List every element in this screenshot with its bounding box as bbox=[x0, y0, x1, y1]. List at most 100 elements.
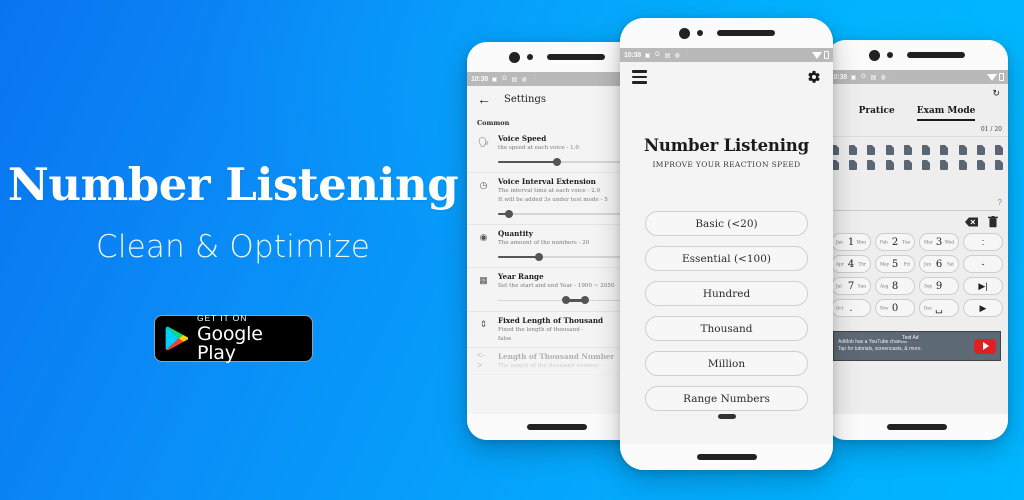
key-main-label: ▶ bbox=[979, 302, 987, 313]
document-icon[interactable] bbox=[976, 145, 985, 155]
key-0[interactable]: Nov 0 bbox=[875, 299, 915, 317]
key-6[interactable]: Jun 6 Sat bbox=[919, 255, 959, 273]
document-icon[interactable] bbox=[958, 145, 967, 155]
key-left-label: Aug bbox=[880, 283, 889, 289]
document-icon[interactable] bbox=[867, 160, 876, 170]
refresh-icon[interactable]: ↻ bbox=[992, 88, 1000, 99]
tab-exam-mode[interactable]: Exam Mode bbox=[916, 106, 976, 121]
year-range-slider[interactable] bbox=[498, 295, 639, 307]
document-icon[interactable] bbox=[885, 145, 894, 155]
document-icon[interactable] bbox=[994, 160, 1003, 170]
key-main-label: 7 bbox=[847, 280, 855, 292]
gear-icon[interactable] bbox=[807, 70, 821, 84]
key-left-label: Oct bbox=[836, 305, 844, 311]
home-indicator[interactable] bbox=[887, 424, 947, 430]
key-colon[interactable]: : bbox=[963, 233, 1003, 251]
document-icon[interactable] bbox=[976, 160, 985, 170]
key-left-label: Dec bbox=[924, 305, 933, 311]
ad-test-tag: Test Ad bbox=[901, 335, 920, 341]
key-skip-next[interactable]: ▶| bbox=[963, 277, 1003, 295]
key-3[interactable]: Mar 3 Wed bbox=[919, 233, 959, 251]
slider-knob-start[interactable] bbox=[561, 296, 570, 305]
key-dash[interactable]: - bbox=[963, 255, 1003, 273]
key-right-label: Sat bbox=[946, 261, 954, 267]
backspace-icon[interactable] bbox=[965, 216, 978, 228]
question-counter: 01 / 20 bbox=[826, 124, 1008, 137]
message-icon: ▤ bbox=[511, 76, 518, 83]
key-5[interactable]: May 5 Fri bbox=[875, 255, 915, 273]
quantity-slider[interactable] bbox=[498, 251, 639, 263]
key-7[interactable]: Jul 7 Sun bbox=[831, 277, 871, 295]
document-icon[interactable] bbox=[903, 160, 912, 170]
document-icon[interactable] bbox=[903, 145, 912, 155]
key-4[interactable]: Apr 4 Thr bbox=[831, 255, 871, 273]
admob-banner[interactable]: Test Ad AdMob has a YouTube channel Tap … bbox=[833, 331, 1001, 361]
settings-title: Settings bbox=[504, 93, 546, 105]
document-icon[interactable] bbox=[867, 145, 876, 155]
keypad-row: Jul 7 Sun Aug 8 Sep 9 ▶| bbox=[831, 277, 1003, 295]
phone-bezel-top bbox=[826, 40, 1008, 70]
document-icon[interactable] bbox=[940, 160, 949, 170]
document-icon[interactable] bbox=[994, 145, 1003, 155]
document-icon[interactable] bbox=[885, 160, 894, 170]
keypad-row: Oct. Nov 0 Dec ␣ ▶ bbox=[831, 299, 1003, 317]
mode-button-essential[interactable]: Essential (<100) bbox=[645, 246, 808, 271]
document-icon[interactable] bbox=[958, 160, 967, 170]
slider-knob[interactable] bbox=[505, 209, 514, 218]
help-circle-icon[interactable]: ? bbox=[826, 198, 1008, 207]
document-icon[interactable] bbox=[940, 145, 949, 155]
app-title: Number Listening bbox=[644, 136, 809, 155]
voice-interval-slider[interactable] bbox=[498, 208, 639, 220]
key-2[interactable]: Feb 2 Tue bbox=[875, 233, 915, 251]
phone-center-home: 10:38 ▣ G ▤ ◍ · Number Listening IMPROVE… bbox=[620, 18, 833, 470]
slider-knob[interactable] bbox=[553, 157, 562, 166]
arrow-back-icon[interactable]: ← bbox=[477, 92, 491, 106]
slider-knob[interactable] bbox=[534, 252, 543, 261]
tab-pratice[interactable]: Pratice bbox=[859, 106, 895, 121]
key-main-label: 9 bbox=[935, 280, 943, 292]
trash-icon[interactable] bbox=[988, 216, 998, 228]
key-8[interactable]: Aug 8 bbox=[875, 277, 915, 295]
key-play[interactable]: ▶ bbox=[963, 299, 1003, 317]
key-space[interactable]: Dec ␣ bbox=[919, 299, 959, 317]
key-left-label: Sep bbox=[924, 283, 933, 289]
status-bar-right bbox=[812, 51, 829, 59]
key-main-label: ▶| bbox=[978, 280, 988, 291]
wifi-icon bbox=[987, 73, 997, 81]
grid-row bbox=[831, 160, 1003, 170]
wifi-icon bbox=[812, 51, 822, 59]
key-right-label: Mon bbox=[856, 239, 866, 245]
mode-button-thousand[interactable]: Thousand bbox=[645, 316, 808, 341]
row-title: Fixed Length of Thousand bbox=[498, 315, 604, 325]
mode-button-million[interactable]: Million bbox=[645, 351, 808, 376]
key-main-label: ␣ bbox=[935, 302, 943, 314]
mode-button-range-numbers[interactable]: Range Numbers bbox=[645, 386, 808, 411]
key-main-label: 3 bbox=[935, 236, 943, 248]
home-screen: Number Listening IMPROVE YOUR REACTION S… bbox=[620, 62, 833, 444]
more-dot-icon: · bbox=[686, 52, 689, 58]
document-icon[interactable] bbox=[922, 160, 931, 170]
document-icon[interactable] bbox=[849, 145, 858, 155]
keypad-row: Apr 4 Thr May 5 Fri Jun 6 Sat - bbox=[831, 255, 1003, 273]
phone-bezel-bottom bbox=[826, 414, 1008, 440]
camera-sensor-icon bbox=[527, 54, 533, 60]
slider-knob-end[interactable] bbox=[581, 296, 590, 305]
google-play-badge[interactable]: GET IT ON Google Play bbox=[153, 314, 313, 362]
key-right-label: Wed bbox=[944, 239, 954, 245]
exam-actions bbox=[826, 211, 1008, 232]
home-indicator[interactable] bbox=[696, 454, 757, 460]
voice-speed-slider[interactable] bbox=[498, 156, 639, 168]
camera-sensor-icon bbox=[696, 30, 703, 36]
key-9[interactable]: Sep 9 bbox=[919, 277, 959, 295]
mode-button-basic[interactable]: Basic (<20) bbox=[645, 211, 808, 236]
key-dot[interactable]: Oct. bbox=[831, 299, 871, 317]
answer-slot-grid bbox=[826, 137, 1008, 176]
mode-button-hundred[interactable]: Hundred bbox=[645, 281, 808, 306]
hamburger-menu-icon[interactable] bbox=[632, 70, 647, 84]
key-1[interactable]: Jan 1 Mon bbox=[831, 233, 871, 251]
keypad-row: Jan 1 Mon Feb 2 Tue Mar 3 Wed : bbox=[831, 233, 1003, 251]
document-icon[interactable] bbox=[849, 160, 858, 170]
home-indicator[interactable] bbox=[527, 424, 587, 430]
document-icon[interactable] bbox=[922, 145, 931, 155]
camera-lens-icon bbox=[869, 49, 880, 61]
